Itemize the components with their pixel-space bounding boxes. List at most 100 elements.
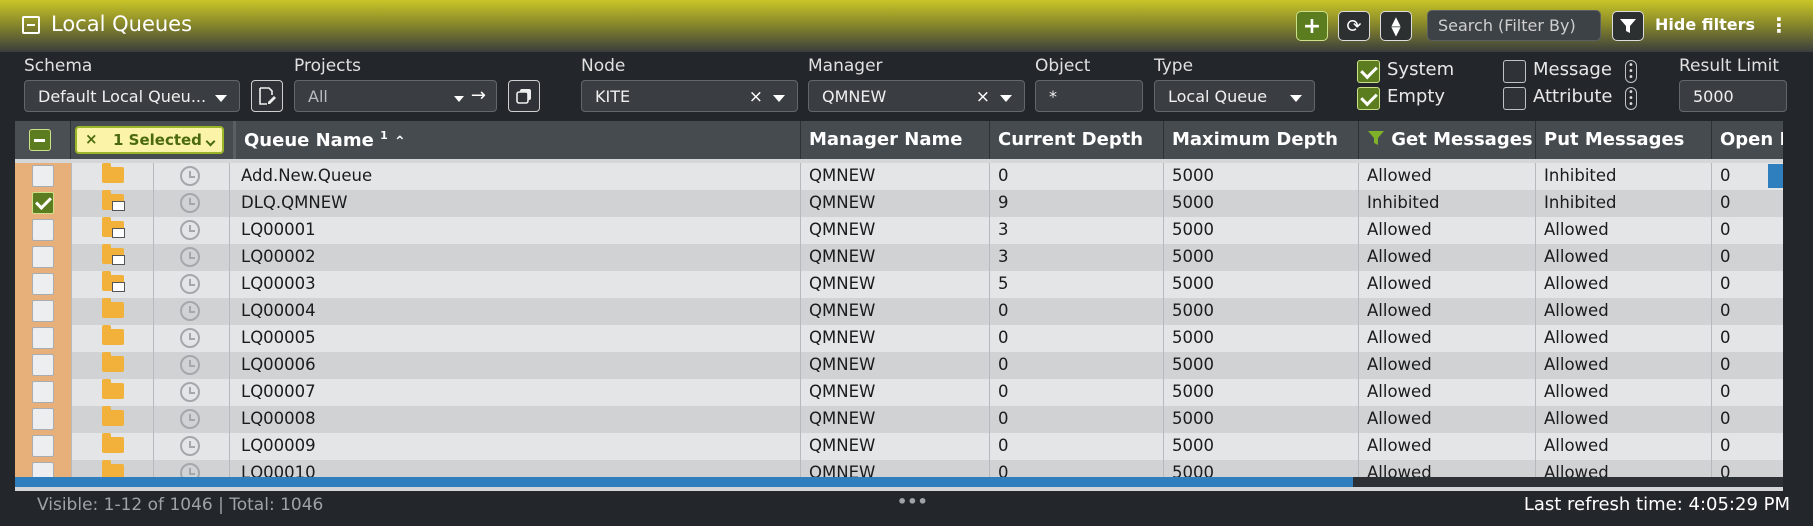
cell-current-depth: 9: [990, 190, 1164, 217]
row-checkbox[interactable]: [32, 381, 54, 403]
kebab-menu-icon[interactable]: ⋮: [1769, 13, 1789, 37]
sort-button[interactable]: ▲ ▼: [1380, 11, 1412, 41]
column-header-queue-name[interactable]: Queue Name 1 ⌃: [233, 121, 801, 159]
message-checkbox[interactable]: [1503, 60, 1526, 83]
table-row[interactable]: Add.New.Queue QMNEW 0 5000 Allowed Inhibited 0: [15, 163, 1783, 190]
column-divider: [229, 298, 230, 325]
selection-dropdown[interactable]: × 1 Selected: [75, 126, 224, 154]
row-select-cell: [15, 244, 71, 271]
vertical-scrollbar[interactable]: [1768, 164, 1783, 188]
cell-put-messages: Allowed: [1536, 433, 1712, 460]
row-checkbox[interactable]: [32, 300, 54, 322]
table-row[interactable]: LQ00001 QMNEW 3 5000 Allowed Allowed 0: [15, 217, 1783, 244]
table-row[interactable]: LQ00004 QMNEW 0 5000 Allowed Allowed 0: [15, 298, 1783, 325]
row-checkbox[interactable]: [32, 273, 54, 295]
table-row[interactable]: LQ00009 QMNEW 0 5000 Allowed Allowed 0: [15, 433, 1783, 460]
cell-current-depth: 0: [990, 433, 1164, 460]
row-checkbox[interactable]: [32, 246, 54, 268]
clock-icon[interactable]: [180, 409, 200, 429]
refresh-button[interactable]: ⟳: [1338, 11, 1370, 41]
clock-icon[interactable]: [180, 436, 200, 456]
projects-select[interactable]: All →: [294, 80, 497, 112]
clock-icon[interactable]: [180, 382, 200, 402]
result-limit-input[interactable]: 5000: [1679, 80, 1787, 112]
cell-put-messages: Allowed: [1536, 217, 1712, 244]
column-header-maximum-depth[interactable]: Maximum Depth: [1164, 121, 1359, 159]
row-checkbox[interactable]: [32, 165, 54, 187]
object-input[interactable]: *: [1035, 80, 1143, 112]
folder-icon: [102, 325, 124, 345]
chevron-down-icon: [454, 96, 464, 102]
clock-icon[interactable]: [180, 193, 200, 213]
table-row[interactable]: LQ00005 QMNEW 0 5000 Allowed Allowed 0: [15, 325, 1783, 352]
cell-queue-name: LQ00009: [233, 433, 801, 460]
clock-icon[interactable]: [180, 220, 200, 240]
column-header-manager-name[interactable]: Manager Name: [801, 121, 990, 159]
copy-button[interactable]: [508, 80, 540, 112]
table-row[interactable]: DLQ.QMNEW QMNEW 9 5000 Inhibited Inhibited 0: [15, 190, 1783, 217]
more-options-icon[interactable]: •••: [897, 492, 928, 511]
clear-selection-icon[interactable]: ×: [85, 130, 98, 148]
row-checkbox[interactable]: [32, 435, 54, 457]
table-row[interactable]: LQ00008 QMNEW 0 5000 Allowed Allowed 0: [15, 406, 1783, 433]
cell-queue-name: LQ00006: [233, 352, 801, 379]
cell-maximum-depth: 5000: [1164, 163, 1359, 190]
cell-queue-name: DLQ.QMNEW: [233, 190, 801, 217]
manager-select[interactable]: QMNEW ×: [808, 80, 1025, 112]
table-row[interactable]: LQ00002 QMNEW 3 5000 Allowed Allowed 0: [15, 244, 1783, 271]
envelope-icon: [112, 201, 125, 211]
clock-icon[interactable]: [180, 166, 200, 186]
title-bar: Local Queues + ⟳ ▲ ▼ Search (Filter By) H…: [0, 0, 1813, 52]
clock-icon[interactable]: [180, 247, 200, 267]
type-select[interactable]: Local Queue: [1154, 80, 1315, 112]
column-header-open-input[interactable]: Open Inp: [1712, 121, 1783, 159]
clock-icon[interactable]: [180, 328, 200, 348]
system-checkbox[interactable]: [1357, 60, 1380, 83]
column-divider: [71, 298, 72, 325]
node-value: KITE: [595, 87, 631, 106]
message-options-icon[interactable]: • • •: [1625, 60, 1637, 83]
add-queue-button[interactable]: +: [1296, 11, 1328, 41]
clock-icon[interactable]: [180, 274, 200, 294]
clear-icon[interactable]: ×: [976, 87, 990, 107]
column-header-current-depth[interactable]: Current Depth: [990, 121, 1164, 159]
row-checkbox[interactable]: [32, 408, 54, 430]
empty-checkbox[interactable]: [1357, 87, 1380, 110]
cell-maximum-depth: 5000: [1164, 433, 1359, 460]
attribute-checkbox[interactable]: [1503, 87, 1526, 110]
row-checkbox[interactable]: [32, 327, 54, 349]
clock-icon[interactable]: [180, 301, 200, 321]
select-all-checkbox[interactable]: [29, 129, 51, 151]
collapse-icon[interactable]: [22, 16, 40, 34]
node-select[interactable]: KITE ×: [581, 80, 798, 112]
column-header-put-messages[interactable]: Put Messages: [1536, 121, 1712, 159]
horizontal-scrollbar-thumb[interactable]: [15, 477, 1353, 487]
row-checkbox[interactable]: [32, 354, 54, 376]
edit-schema-button[interactable]: [251, 80, 283, 112]
column-divider: [229, 379, 230, 406]
row-checkbox[interactable]: [32, 219, 54, 241]
search-input[interactable]: Search (Filter By): [1427, 10, 1601, 41]
chevron-down-icon: [773, 95, 785, 102]
chevron-down-icon: [1000, 95, 1012, 102]
message-label: Message: [1533, 59, 1612, 80]
row-select-cell: [15, 433, 71, 460]
table-row[interactable]: LQ00007 QMNEW 0 5000 Allowed Allowed 0: [15, 379, 1783, 406]
cell-open-input: 0: [1712, 352, 1783, 379]
column-header-get-messages[interactable]: Get Messages: [1359, 121, 1536, 159]
clear-icon[interactable]: ×: [749, 87, 763, 107]
table-row[interactable]: LQ00006 QMNEW 0 5000 Allowed Allowed 0: [15, 352, 1783, 379]
attribute-options-icon[interactable]: • • •: [1625, 87, 1637, 110]
row-checkbox[interactable]: [32, 192, 54, 214]
column-divider: [71, 217, 72, 244]
table-row[interactable]: LQ00003 QMNEW 5 5000 Allowed Allowed 0: [15, 271, 1783, 298]
cell-put-messages: Allowed: [1536, 379, 1712, 406]
filter-toggle-button[interactable]: [1612, 11, 1644, 41]
clock-icon[interactable]: [180, 355, 200, 375]
table-header: × 1 Selected Queue Name 1 ⌃ Manager Name…: [15, 121, 1783, 159]
cell-get-messages: Allowed: [1359, 325, 1536, 352]
hide-filters-button[interactable]: Hide filters: [1655, 15, 1755, 34]
schema-select[interactable]: Default Local Queu...: [24, 80, 240, 112]
select-all-cell: [15, 121, 71, 159]
cell-open-input: 0: [1712, 217, 1783, 244]
